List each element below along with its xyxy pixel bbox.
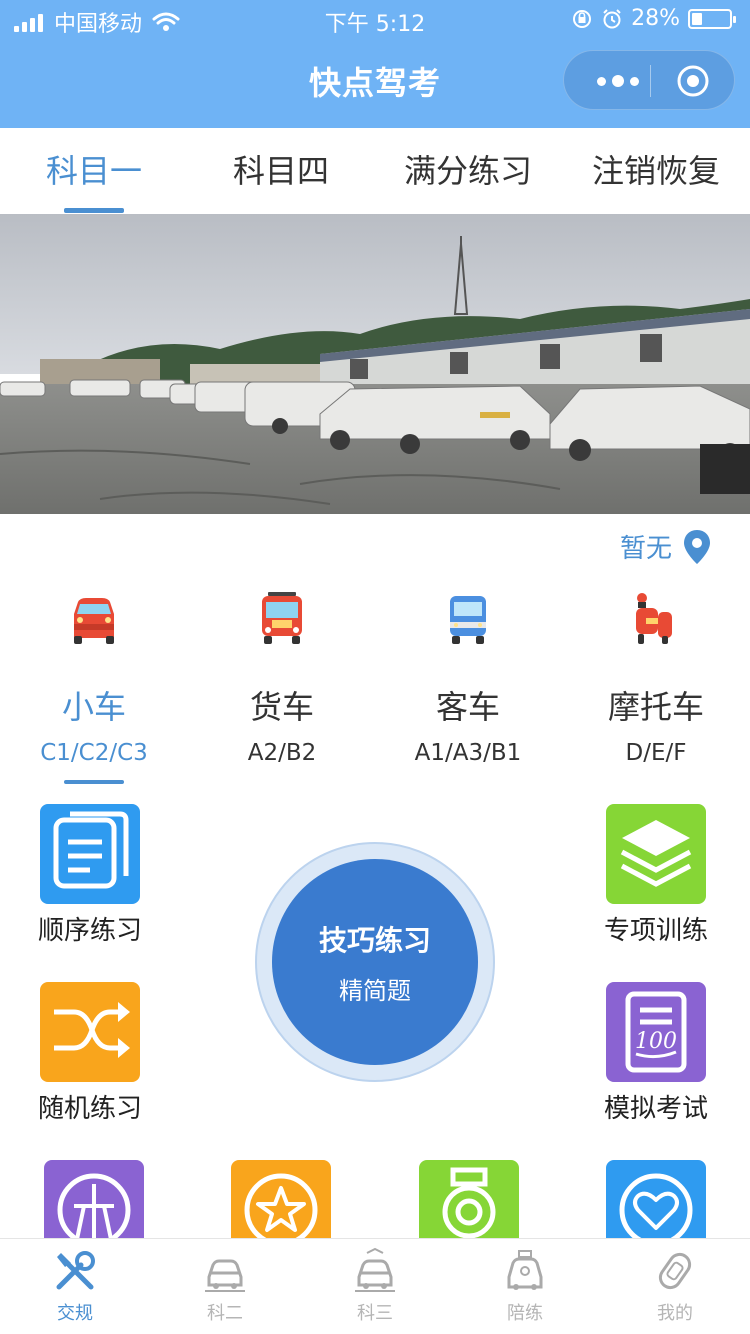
battery-icon bbox=[688, 8, 736, 29]
bottom-tab-subject-two[interactable]: 科二 bbox=[150, 1239, 300, 1334]
capsule-divider bbox=[650, 65, 651, 97]
vehicle-truck-name: 货车 bbox=[249, 688, 314, 726]
bottom-tab-subject-three-label: 科三 bbox=[357, 1303, 393, 1324]
vehicle-coach-name: 客车 bbox=[435, 688, 500, 726]
tab-subject-one[interactable]: 科目一 bbox=[0, 128, 188, 214]
location-pin-icon bbox=[684, 529, 710, 564]
road-sign-icon[interactable] bbox=[44, 1160, 144, 1238]
exam-100-icon: 100 bbox=[606, 982, 706, 1082]
skill-practice-subtitle: 精简题 bbox=[339, 977, 411, 1005]
more-dots-icon[interactable] bbox=[588, 51, 648, 111]
battery-level bbox=[692, 12, 702, 25]
car-outline-icon bbox=[205, 1259, 245, 1292]
tab-active-indicator bbox=[64, 208, 124, 213]
bottom-tab-coach-label: 陪练 bbox=[507, 1303, 543, 1324]
vehicle-car[interactable]: 小车 C1/C2/C3 bbox=[0, 590, 188, 766]
taxi-icon bbox=[507, 1250, 543, 1290]
tab-subject-four[interactable]: 科目四 bbox=[188, 128, 374, 214]
orientation-lock-icon bbox=[573, 9, 592, 28]
shuffle-icon bbox=[40, 982, 140, 1082]
van-icon bbox=[450, 596, 486, 644]
tab-full-score[interactable]: 满分练习 bbox=[374, 128, 562, 214]
bottom-tab-subject-three[interactable]: 科三 bbox=[300, 1239, 450, 1334]
bus-icon bbox=[262, 592, 302, 644]
bottom-tab-mine-label: 我的 bbox=[657, 1303, 693, 1324]
feature-sequential-practice[interactable]: 顺序练习 bbox=[25, 804, 155, 947]
location-selector[interactable]: 暂无 bbox=[620, 528, 712, 565]
close-target-icon[interactable] bbox=[676, 64, 710, 98]
header: 中国移动 下午 5:12 28% 快点驾考 bbox=[0, 0, 750, 128]
tab-cancel-restore[interactable]: 注销恢复 bbox=[562, 128, 750, 214]
feature-special-label: 专项训练 bbox=[603, 916, 708, 946]
battery-percent: 28% bbox=[631, 6, 680, 31]
bottom-tab-traffic-rules[interactable]: 交规 bbox=[0, 1239, 150, 1334]
vehicle-motorcycle[interactable]: 摩托车 D/E/F bbox=[562, 590, 750, 766]
car-icon bbox=[74, 598, 114, 644]
mini-program-capsule bbox=[563, 50, 735, 110]
layers-icon bbox=[606, 804, 706, 904]
subject-tabs: 科目一 科目四 满分练习 注销恢复 bbox=[0, 128, 750, 214]
vehicle-car-name: 小车 bbox=[61, 688, 126, 726]
bottom-tab-subject-two-label: 科二 bbox=[207, 1303, 243, 1324]
feature-special-training[interactable]: 专项训练 bbox=[591, 804, 721, 947]
bottom-tab-mine[interactable]: 我的 bbox=[600, 1239, 750, 1334]
tools-icon bbox=[56, 1251, 95, 1290]
medal-icon[interactable] bbox=[419, 1160, 519, 1238]
banner-photo[interactable] bbox=[0, 214, 750, 514]
feature-mock-exam[interactable]: 100 模拟考试 bbox=[591, 982, 721, 1125]
vehicle-truck[interactable]: 货车 A2/B2 bbox=[188, 590, 376, 766]
svg-text:100: 100 bbox=[635, 1029, 677, 1054]
car-road-icon bbox=[355, 1247, 395, 1292]
vehicle-car-code: C1/C2/C3 bbox=[40, 740, 148, 766]
bottom-tab-bar: 交规 科二 科三 陪练 我的 bbox=[0, 1238, 750, 1334]
skill-practice-title: 技巧练习 bbox=[318, 924, 431, 957]
vehicle-truck-code: A2/B2 bbox=[247, 740, 317, 766]
vehicle-motorcycle-code: D/E/F bbox=[625, 740, 687, 766]
status-bar: 中国移动 下午 5:12 28% bbox=[0, 0, 750, 40]
alarm-icon bbox=[603, 8, 621, 28]
document-list-icon bbox=[40, 804, 140, 904]
feature-sequential-label: 顺序练习 bbox=[37, 916, 142, 946]
skill-practice-button[interactable]: 技巧练习 精简题 bbox=[272, 859, 478, 1065]
bottom-tab-traffic-rules-label: 交规 bbox=[57, 1303, 93, 1324]
vehicle-active-indicator bbox=[64, 780, 124, 784]
vehicle-coach[interactable]: 客车 A1/A3/B1 bbox=[374, 590, 562, 766]
status-right: 28% bbox=[563, 6, 736, 31]
star-icon[interactable] bbox=[231, 1160, 331, 1238]
more-features-row bbox=[0, 1160, 750, 1238]
motorcycle-icon bbox=[636, 593, 672, 644]
heart-icon[interactable] bbox=[606, 1160, 706, 1238]
vehicle-motorcycle-name: 摩托车 bbox=[607, 688, 704, 726]
feature-random-label: 随机练习 bbox=[37, 1094, 142, 1124]
feature-mock-label: 模拟考试 bbox=[603, 1094, 708, 1124]
feature-random-practice[interactable]: 随机练习 bbox=[25, 982, 155, 1125]
car-key-icon bbox=[658, 1252, 692, 1290]
location-text: 暂无 bbox=[619, 534, 672, 564]
vehicle-coach-code: A1/A3/B1 bbox=[414, 740, 522, 766]
bottom-tab-coach[interactable]: 陪练 bbox=[450, 1239, 600, 1334]
